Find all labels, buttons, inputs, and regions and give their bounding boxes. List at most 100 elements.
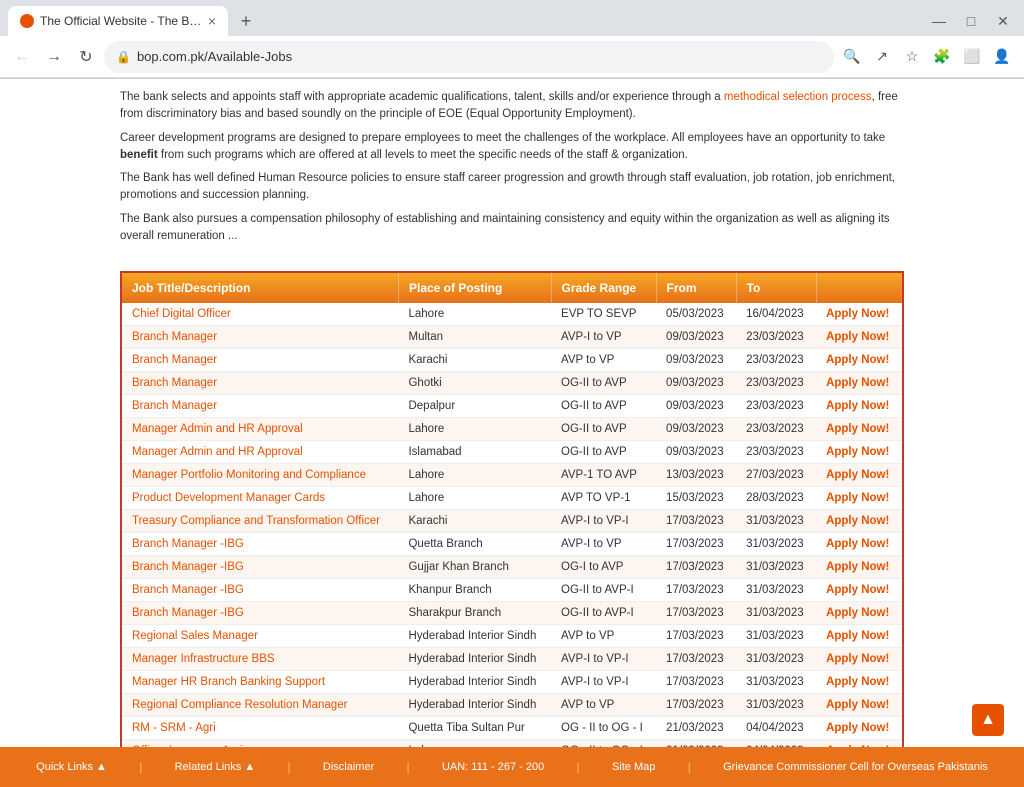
jobs-table-container: Job Title/Description Place of Posting G… bbox=[120, 271, 904, 747]
apply-now-button[interactable]: Apply Now! bbox=[816, 533, 902, 556]
job-title-cell[interactable]: RM - SRM - Agri bbox=[122, 717, 398, 740]
table-cell: 09/03/2023 bbox=[656, 441, 736, 464]
job-title-cell[interactable]: Branch Manager -IBG bbox=[122, 533, 398, 556]
table-cell: 04/04/2023 bbox=[736, 717, 816, 740]
apply-now-button[interactable]: Apply Now! bbox=[816, 648, 902, 671]
job-title-cell[interactable]: Manager Admin and HR Approval bbox=[122, 418, 398, 441]
close-window-button[interactable]: ✕ bbox=[990, 8, 1016, 34]
table-cell: 31/03/2023 bbox=[736, 671, 816, 694]
table-row: Branch ManagerKarachiAVP to VP09/03/2023… bbox=[122, 349, 902, 372]
table-row: Manager HR Branch Banking SupportHyderab… bbox=[122, 671, 902, 694]
apply-now-button[interactable]: Apply Now! bbox=[816, 694, 902, 717]
table-cell: AVP-I to VP bbox=[551, 533, 656, 556]
apply-now-button[interactable]: Apply Now! bbox=[816, 579, 902, 602]
table-cell: 17/03/2023 bbox=[656, 579, 736, 602]
apply-now-button[interactable]: Apply Now! bbox=[816, 418, 902, 441]
table-cell: 09/03/2023 bbox=[656, 418, 736, 441]
minimize-button[interactable]: — bbox=[926, 8, 952, 34]
table-cell: Lahore bbox=[398, 740, 551, 748]
job-title-cell[interactable]: Regional Compliance Resolution Manager bbox=[122, 694, 398, 717]
profile-button[interactable]: 👤 bbox=[988, 43, 1016, 71]
table-cell: Karachi bbox=[398, 349, 551, 372]
search-button[interactable]: 🔍 bbox=[838, 43, 866, 71]
table-cell: 04/04/2023 bbox=[736, 740, 816, 748]
table-cell: 23/03/2023 bbox=[736, 441, 816, 464]
job-title-cell[interactable]: Branch Manager -IBG bbox=[122, 556, 398, 579]
job-title-cell[interactable]: Branch Manager bbox=[122, 395, 398, 418]
table-body: Chief Digital OfficerLahoreEVP TO SEVP05… bbox=[122, 303, 902, 747]
split-view-button[interactable]: ⬜ bbox=[958, 43, 986, 71]
tab-close-button[interactable]: × bbox=[208, 13, 216, 29]
table-cell: 23/03/2023 bbox=[736, 349, 816, 372]
table-cell: 17/03/2023 bbox=[656, 648, 736, 671]
apply-now-button[interactable]: Apply Now! bbox=[816, 372, 902, 395]
table-cell: Lahore bbox=[398, 303, 551, 326]
back-button[interactable]: ← bbox=[8, 43, 36, 71]
table-cell: 23/03/2023 bbox=[736, 395, 816, 418]
table-cell: AVP to VP bbox=[551, 349, 656, 372]
apply-now-button[interactable]: Apply Now! bbox=[816, 556, 902, 579]
apply-now-button[interactable]: Apply Now! bbox=[816, 510, 902, 533]
refresh-button[interactable]: ↻ bbox=[72, 43, 100, 71]
job-title-cell[interactable]: Product Development Manager Cards bbox=[122, 487, 398, 510]
scroll-to-top-button[interactable]: ▲ bbox=[972, 704, 1004, 736]
job-title-cell[interactable]: Regional Sales Manager bbox=[122, 625, 398, 648]
table-row: Manager Portfolio Monitoring and Complia… bbox=[122, 464, 902, 487]
table-cell: 15/03/2023 bbox=[656, 487, 736, 510]
footer-uan: UAN: 111 - 267 - 200 bbox=[442, 761, 544, 773]
job-title-cell[interactable]: Branch Manager bbox=[122, 372, 398, 395]
apply-now-button[interactable]: Apply Now! bbox=[816, 602, 902, 625]
page-content: The bank selects and appoints staff with… bbox=[0, 79, 1024, 747]
job-title-cell[interactable]: Branch Manager bbox=[122, 326, 398, 349]
apply-now-button[interactable]: Apply Now! bbox=[816, 625, 902, 648]
job-title-cell[interactable]: Branch Manager bbox=[122, 349, 398, 372]
apply-now-button[interactable]: Apply Now! bbox=[816, 464, 902, 487]
job-title-cell[interactable]: Treasury Compliance and Transformation O… bbox=[122, 510, 398, 533]
table-cell: Hyderabad Interior Sindh bbox=[398, 625, 551, 648]
col-apply bbox=[816, 273, 902, 303]
job-title-cell[interactable]: Manager HR Branch Banking Support bbox=[122, 671, 398, 694]
job-title-cell[interactable]: Manager Infrastructure BBS bbox=[122, 648, 398, 671]
nav-actions: 🔍 ↗ ☆ 🧩 ⬜ 👤 bbox=[838, 43, 1016, 71]
tab-bar: The Official Website - The Bank ... × + … bbox=[0, 0, 1024, 36]
apply-now-button[interactable]: Apply Now! bbox=[816, 326, 902, 349]
footer-disclaimer[interactable]: Disclaimer bbox=[323, 761, 374, 773]
job-title-cell[interactable]: Branch Manager -IBG bbox=[122, 602, 398, 625]
footer-grievance[interactable]: Grievance Commissioner Cell for Overseas… bbox=[723, 761, 988, 773]
apply-now-button[interactable]: Apply Now! bbox=[816, 487, 902, 510]
apply-now-button[interactable]: Apply Now! bbox=[816, 441, 902, 464]
job-title-cell[interactable]: Chief Digital Officer bbox=[122, 303, 398, 326]
apply-now-button[interactable]: Apply Now! bbox=[816, 395, 902, 418]
col-to: To bbox=[736, 273, 816, 303]
share-button[interactable]: ↗ bbox=[868, 43, 896, 71]
footer-sep-2: | bbox=[288, 760, 291, 774]
para-4: The Bank also pursues a compensation phi… bbox=[120, 211, 904, 246]
footer-quick-links[interactable]: Quick Links ▲ bbox=[36, 761, 107, 773]
job-title-cell[interactable]: Officer Insurance Agri bbox=[122, 740, 398, 748]
table-cell: OG-II to AVP-I bbox=[551, 602, 656, 625]
apply-now-button[interactable]: Apply Now! bbox=[816, 740, 902, 748]
maximize-button[interactable]: □ bbox=[958, 8, 984, 34]
apply-now-button[interactable]: Apply Now! bbox=[816, 349, 902, 372]
table-cell: 31/03/2023 bbox=[736, 648, 816, 671]
table-cell: 31/03/2023 bbox=[736, 694, 816, 717]
job-title-cell[interactable]: Manager Admin and HR Approval bbox=[122, 441, 398, 464]
footer-related-links[interactable]: Related Links ▲ bbox=[175, 761, 256, 773]
apply-now-button[interactable]: Apply Now! bbox=[816, 671, 902, 694]
active-tab[interactable]: The Official Website - The Bank ... × bbox=[8, 6, 228, 36]
new-tab-button[interactable]: + bbox=[232, 7, 260, 35]
apply-now-button[interactable]: Apply Now! bbox=[816, 717, 902, 740]
table-cell: Hyderabad Interior Sindh bbox=[398, 671, 551, 694]
table-cell: AVP TO VP-1 bbox=[551, 487, 656, 510]
extensions-button[interactable]: 🧩 bbox=[928, 43, 956, 71]
apply-now-button[interactable]: Apply Now! bbox=[816, 303, 902, 326]
footer-sitemap[interactable]: Site Map bbox=[612, 761, 655, 773]
bookmark-button[interactable]: ☆ bbox=[898, 43, 926, 71]
address-bar[interactable]: 🔒 bop.com.pk/Available-Jobs bbox=[104, 41, 834, 73]
table-header: Job Title/Description Place of Posting G… bbox=[122, 273, 902, 303]
table-row: Branch Manager -IBGSharakpur BranchOG-II… bbox=[122, 602, 902, 625]
job-title-cell[interactable]: Branch Manager -IBG bbox=[122, 579, 398, 602]
forward-button[interactable]: → bbox=[40, 43, 68, 71]
job-title-cell[interactable]: Manager Portfolio Monitoring and Complia… bbox=[122, 464, 398, 487]
table-cell: AVP-I to VP-I bbox=[551, 510, 656, 533]
